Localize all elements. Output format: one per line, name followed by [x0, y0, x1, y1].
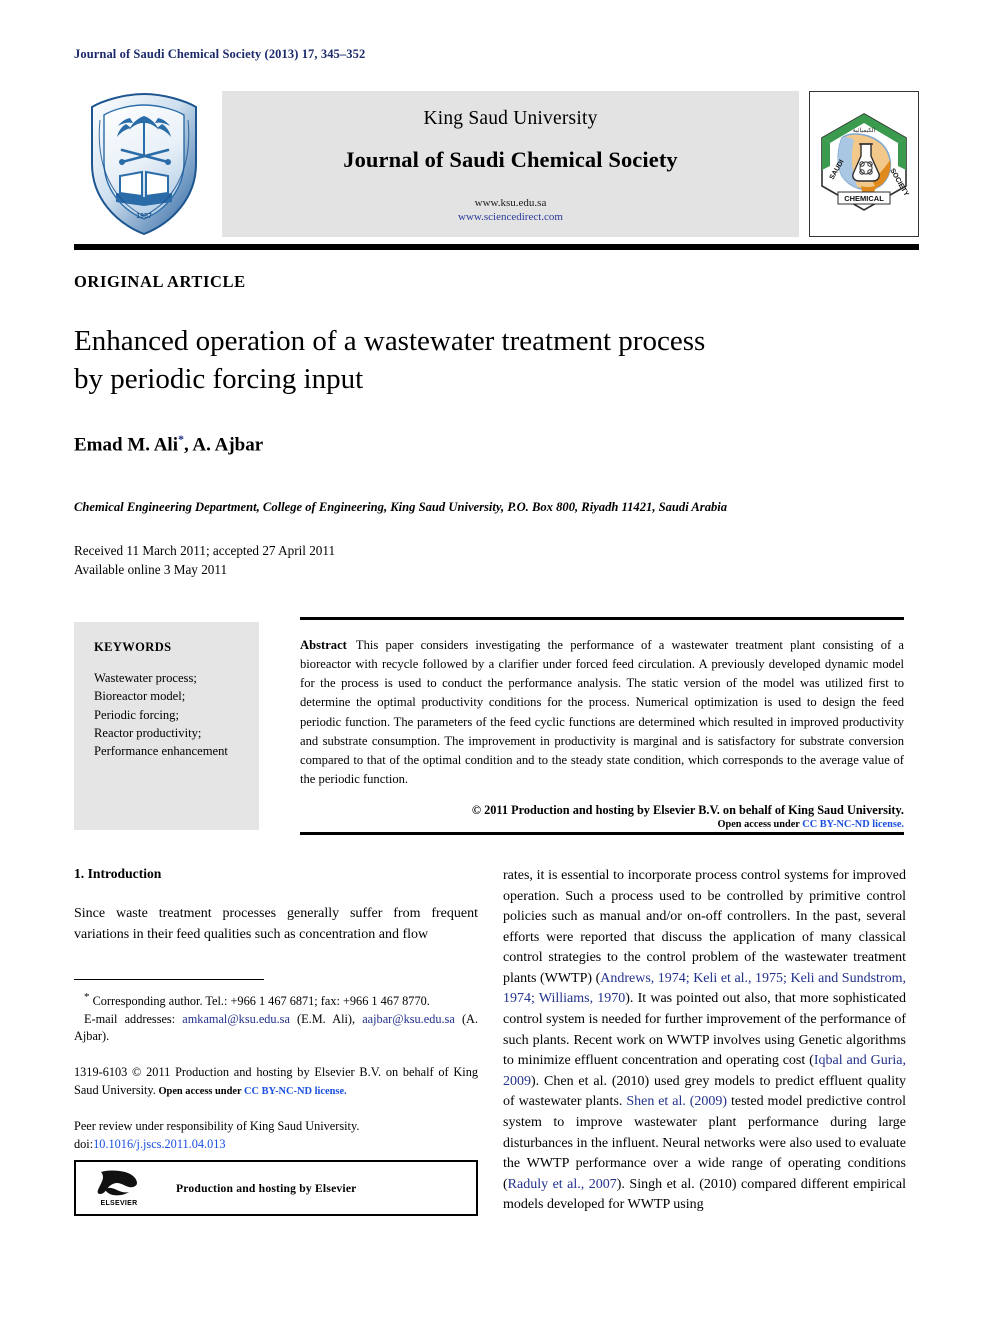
masthead-divider	[74, 244, 919, 250]
elsevier-production-box: ELSEVIER Production and hosting by Elsev…	[74, 1160, 478, 1216]
received-accepted-line: Received 11 March 2011; accepted 27 Apri…	[74, 543, 336, 558]
abstract-top-rule	[300, 617, 904, 620]
email-link-ajbar[interactable]: aajbar@ksu.edu.sa	[362, 1012, 455, 1026]
article-page: Journal of Saudi Chemical Society (2013)…	[0, 0, 992, 1323]
article-type-label: ORIGINAL ARTICLE	[74, 272, 246, 291]
doi-link[interactable]: 10.1016/j.jscs.2011.04.013	[93, 1137, 225, 1151]
title-line-1: Enhanced operation of a wastewater treat…	[74, 325, 706, 357]
banner-university-name: King Saud University	[423, 107, 598, 129]
doi-line: doi:10.1016/j.jscs.2011.04.013	[74, 1136, 478, 1154]
svg-text:CHEMICAL: CHEMICAL	[844, 194, 884, 203]
banner-journal-title: Journal of Saudi Chemical Society	[343, 146, 678, 172]
right-column: rates, it is essential to incorporate pr…	[503, 866, 906, 1216]
copyright-cc-license-link[interactable]: CC BY-NC-ND license.	[244, 1086, 347, 1097]
elsevier-logo-icon: ELSEVIER	[90, 1169, 148, 1207]
saudi-chemical-society-logo-icon: الكيميائية CHEMICAL SAUDI SOCIETY	[809, 91, 919, 237]
email-label: E-mail addresses:	[84, 1011, 176, 1026]
footnote-block: * Corresponding author. Tel.: +966 1 467…	[74, 990, 478, 1045]
article-history: Received 11 March 2011; accepted 27 Apri…	[74, 542, 335, 579]
doi-label: doi:	[74, 1136, 94, 1151]
keywords-heading: KEYWORDS	[94, 640, 172, 654]
keywords-box: KEYWORDS Wastewater process; Bioreactor …	[74, 622, 259, 830]
copyright-open-access-prefix: Open access under	[155, 1085, 244, 1097]
email-owner-ali: (E.M. Ali),	[289, 1011, 356, 1026]
keyword-item: Periodic forcing;	[94, 707, 179, 722]
affiliation: Chemical Engineering Department, College…	[74, 500, 728, 514]
keyword-item: Wastewater process;	[94, 671, 197, 685]
issn-copyright-block: 1319-6103 © 2011 Production and hosting …	[74, 1064, 478, 1100]
journal-banner: King Saud University Journal of Saudi Ch…	[222, 91, 799, 237]
right-column-paragraph: rates, it is essential to incorporate pr…	[503, 866, 906, 1216]
elsevier-brand-text: ELSEVIER	[100, 1200, 138, 1207]
email-link-ali[interactable]: amkamal@ksu.edu.sa	[182, 1012, 290, 1026]
author-secondary: , A. Ajbar	[183, 434, 264, 456]
introduction-paragraph: Since waste treatment processes generall…	[74, 906, 478, 942]
sciencedirect-url[interactable]: www.sciencedirect.com	[458, 211, 563, 225]
running-head: Journal of Saudi Chemical Society (2013)…	[74, 47, 366, 61]
corresponding-author-note: * Corresponding author. Tel.: +966 1 467…	[74, 990, 478, 1011]
keyword-item: Bioreactor model;	[94, 689, 186, 704]
abstract-body: This paper considers investigating the p…	[300, 638, 904, 786]
king-saud-university-logo-icon: 1957	[74, 88, 214, 240]
keyword-item: Performance enhancement	[94, 744, 228, 758]
svg-text:الكيميائية: الكيميائية	[853, 127, 876, 134]
keyword-item: Reactor productivity;	[94, 725, 202, 740]
abstract-label: Abstract	[300, 638, 347, 652]
journal-masthead: 1957 King Saud University Journal of Sau…	[74, 88, 919, 240]
open-access-prefix: Open access under	[717, 819, 803, 830]
citation-link[interactable]: Shen et al. (2009)	[626, 1094, 727, 1109]
elsevier-production-text: Production and hosting by Elsevier	[176, 1181, 357, 1195]
available-online-line: Available online 3 May 2011	[74, 561, 228, 577]
abstract-bottom-rule	[300, 832, 904, 835]
author-primary: Emad M. Ali	[74, 434, 178, 456]
section-heading-introduction: 1. Introduction	[74, 866, 162, 881]
abstract-open-access: Open access under CC BY-NC-ND license.	[300, 819, 905, 830]
email-addresses-note: E-mail addresses: amkamal@ksu.edu.sa (E.…	[74, 1011, 478, 1046]
footnote-rule	[74, 979, 264, 981]
title-line-2: by periodic forcing input	[74, 363, 364, 396]
cc-license-link[interactable]: CC BY-NC-ND license.	[802, 819, 904, 830]
left-column: 1. Introduction Since waste treatment pr…	[74, 866, 478, 945]
abstract: Abstract This paper considers investigati…	[300, 636, 904, 789]
page-title: Enhanced operation of a wastewater treat…	[74, 322, 904, 399]
abstract-copyright: © 2011 Production and hosting by Elsevie…	[471, 803, 904, 817]
paragraph-text: rates, it is essential to incorporate pr…	[503, 868, 906, 986]
author-list: Emad M. Ali*, A. Ajbar	[74, 432, 263, 456]
citation-link[interactable]: Raduly et al., 2007	[508, 1177, 617, 1192]
ksu-url: www.ksu.edu.sa	[474, 196, 547, 209]
corresponding-author-text: Corresponding author. Tel.: +966 1 467 6…	[89, 994, 430, 1009]
peer-review-block: Peer review under responsibility of King…	[74, 1118, 478, 1154]
peer-review-line: Peer review under responsibility of King…	[74, 1119, 360, 1133]
